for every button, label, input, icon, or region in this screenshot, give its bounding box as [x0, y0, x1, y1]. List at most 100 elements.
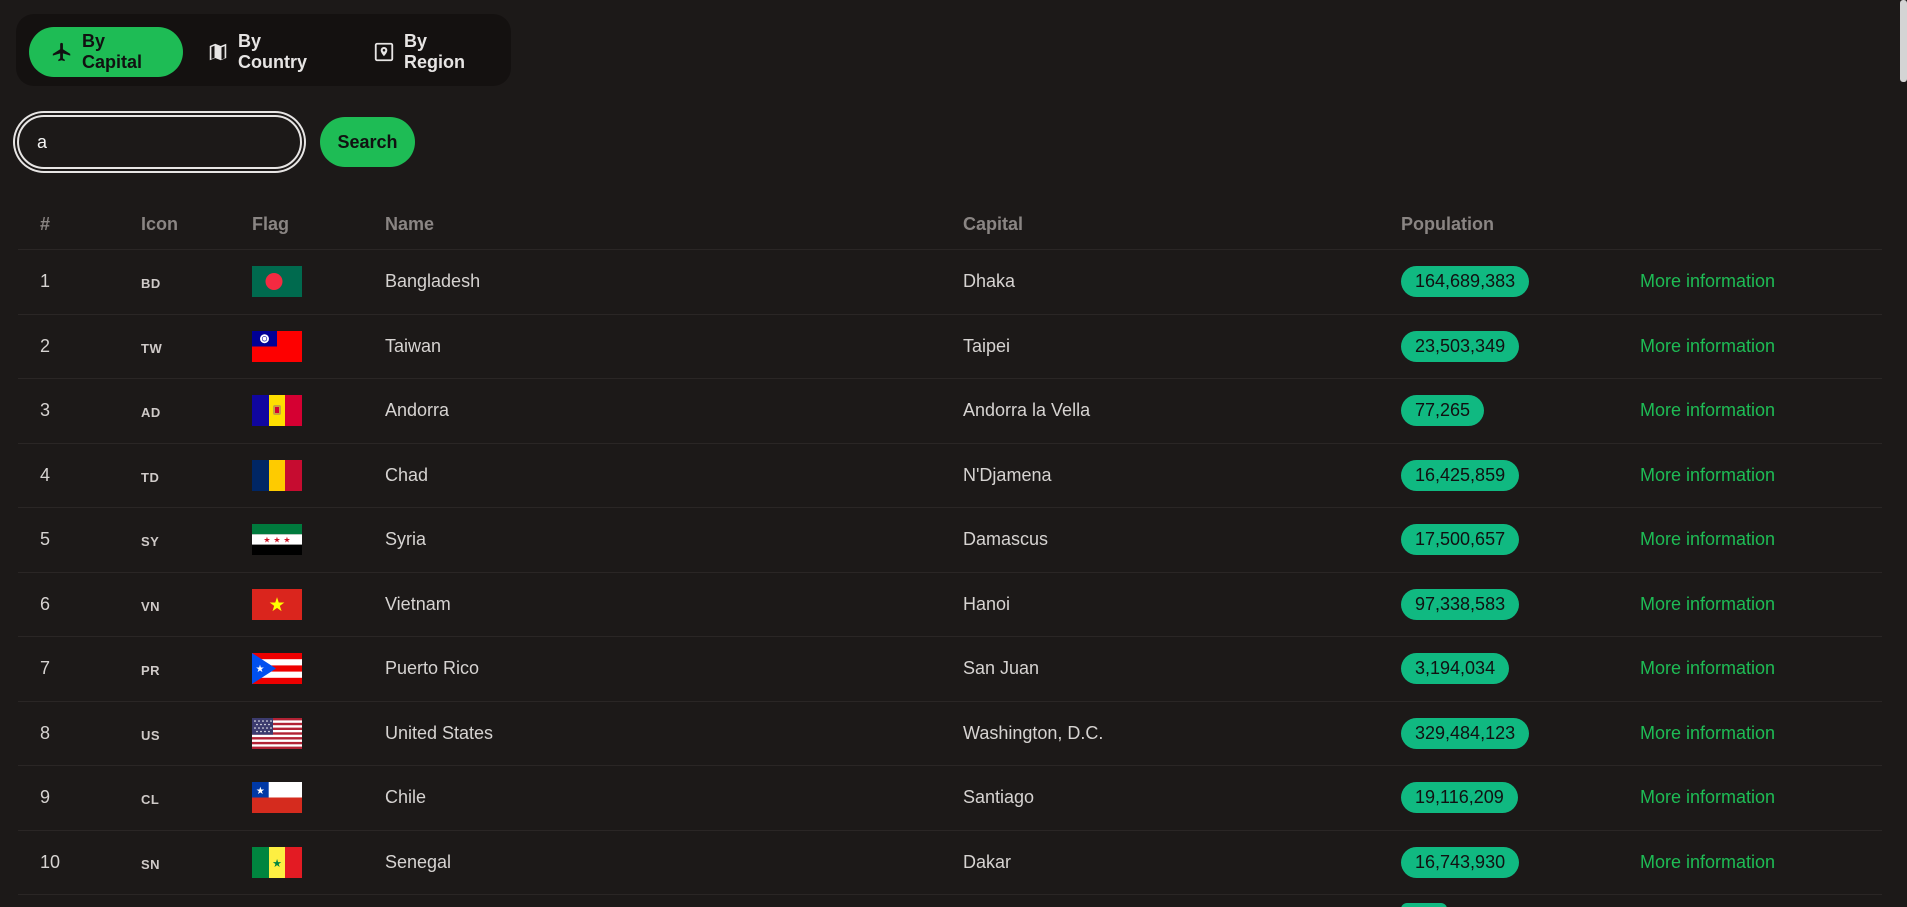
country-name: Chad — [385, 464, 429, 485]
country-code: AD — [141, 405, 161, 421]
flag-chad-icon — [252, 444, 302, 508]
more-information-link[interactable]: More information — [1640, 271, 1775, 292]
country-code: SN — [141, 856, 161, 872]
row-number: 1 — [40, 271, 51, 292]
flag-vietnam-icon: ★ — [252, 573, 302, 637]
population-value: 17,500,657 — [1401, 524, 1520, 556]
population-badge: 77,265 — [1401, 379, 1485, 443]
population-badge: 329,484,123 — [1401, 702, 1530, 766]
row-number: 2 — [40, 335, 51, 356]
population-value: 164,689,383 — [1401, 266, 1530, 298]
table-row: 7 PR ★ Puerto Rico San Juan 3,194,034 Mo… — [18, 637, 1882, 702]
table-row: 1 BD Bangladesh Dhaka 164,689,383 More i… — [18, 250, 1882, 315]
row-number: 6 — [40, 593, 51, 614]
scrollbar[interactable] — [1900, 0, 1907, 82]
search-mode-tabs: By Capital By Country By Region — [16, 14, 511, 86]
capital-name: Washington, D.C. — [963, 722, 1104, 743]
row-number: 8 — [40, 722, 51, 743]
svg-text:★: ★ — [273, 536, 280, 545]
country-name: Puerto Rico — [385, 658, 480, 679]
page: By Capital By Country By Region Search #… — [0, 0, 1907, 907]
more-information-link[interactable]: More information — [1640, 852, 1775, 873]
flag-taiwan-icon — [252, 315, 302, 379]
capital-name: Hanoi — [963, 593, 1011, 614]
header-icon: Icon — [141, 214, 179, 234]
tab-by-region[interactable]: By Region — [361, 27, 511, 77]
svg-text:★: ★ — [263, 536, 270, 545]
next-row-population-badge — [1401, 903, 1447, 907]
svg-text:★: ★ — [256, 786, 265, 797]
capital-name: Taipei — [963, 335, 1011, 356]
flag-andorra-icon — [252, 379, 302, 443]
more-information-link[interactable]: More information — [1640, 336, 1775, 357]
flag-senegal-icon: ★ — [252, 831, 302, 895]
more-information-link[interactable]: More information — [1640, 787, 1775, 808]
country-code: TD — [141, 469, 160, 485]
row-number: 4 — [40, 464, 51, 485]
flag-bangladesh-icon — [252, 250, 302, 314]
country-code: US — [141, 727, 161, 743]
population-value: 3,194,034 — [1401, 653, 1510, 685]
tab-by-capital[interactable]: By Capital — [29, 27, 183, 77]
row-number: 7 — [40, 658, 51, 679]
table-row: 9 CL ★ Chile Santiago 19,116,209 More in… — [18, 766, 1882, 831]
country-code: SY — [141, 534, 160, 550]
search-button[interactable]: Search — [320, 117, 415, 167]
flag-united-states-icon — [252, 702, 302, 766]
population-value: 16,743,930 — [1401, 846, 1520, 878]
country-name: Andorra — [385, 400, 450, 421]
table-row: 6 VN ★ Vietnam Hanoi 97,338,583 More inf… — [18, 573, 1882, 637]
tab-by-country[interactable]: By Country — [195, 27, 345, 77]
table-row: 4 TD Chad N'Djamena 16,425,859 More info… — [18, 444, 1882, 508]
country-name: Syria — [385, 529, 427, 550]
svg-text:★: ★ — [272, 857, 282, 870]
header-flag: Flag — [252, 214, 290, 234]
capital-name: Santiago — [963, 787, 1035, 808]
table-row: 5 SY ★ ★ ★ Syria Damascus 17,500,657 More … — [18, 508, 1882, 573]
population-badge: 19,116,209 — [1401, 766, 1518, 830]
airplane-icon — [51, 41, 73, 63]
country-name: Taiwan — [385, 335, 442, 356]
population-value: 329,484,123 — [1401, 717, 1530, 749]
table-row: 3 AD Andorra Andorra la Vella 77,265 Mor… — [18, 379, 1882, 444]
population-value: 16,425,859 — [1401, 459, 1520, 491]
more-information-link[interactable]: More information — [1640, 400, 1775, 421]
header-number: # — [40, 214, 51, 234]
tab-label: By Country — [238, 31, 307, 72]
header-name: Name — [385, 214, 435, 234]
population-value: 97,338,583 — [1401, 588, 1520, 620]
flag-puerto-rico-icon: ★ — [252, 637, 302, 701]
population-badge: 17,500,657 — [1401, 508, 1520, 572]
country-name: Senegal — [385, 851, 452, 872]
countries-table: # Icon Flag Name Capital Population 1 BD… — [18, 200, 1882, 895]
country-name: Bangladesh — [385, 271, 481, 292]
more-information-link[interactable]: More information — [1640, 723, 1775, 744]
more-information-link[interactable]: More information — [1640, 465, 1775, 486]
table-row: 2 TW Taiwan Taipei 23,503,349 More infor… — [18, 315, 1882, 379]
capital-name: Dhaka — [963, 271, 1016, 292]
tab-label: By Capital — [82, 31, 143, 72]
more-information-link[interactable]: More information — [1640, 529, 1775, 550]
population-value: 19,116,209 — [1401, 782, 1518, 814]
population-badge: 3,194,034 — [1401, 637, 1510, 701]
search-input[interactable] — [17, 115, 302, 169]
population-badge: 164,689,383 — [1401, 250, 1530, 314]
capital-name: N'Djamena — [963, 464, 1052, 485]
row-number: 10 — [40, 851, 61, 872]
header-population: Population — [1401, 214, 1494, 234]
capital-name: San Juan — [963, 658, 1040, 679]
more-information-link[interactable]: More information — [1640, 594, 1775, 615]
population-badge: 16,425,859 — [1401, 444, 1520, 508]
capital-name: Andorra la Vella — [963, 400, 1091, 421]
header-capital: Capital — [963, 214, 1024, 234]
flag-syria-icon: ★ ★ ★ — [252, 508, 302, 572]
table-header: # Icon Flag Name Capital Population — [18, 200, 1882, 250]
svg-text:★: ★ — [256, 664, 265, 675]
country-name: Chile — [385, 787, 427, 808]
more-information-link[interactable]: More information — [1640, 658, 1775, 679]
country-code: CL — [141, 792, 160, 808]
svg-text:★: ★ — [283, 536, 290, 545]
capital-name: Dakar — [963, 851, 1012, 872]
country-name: United States — [385, 722, 494, 743]
map-icon — [207, 41, 229, 63]
